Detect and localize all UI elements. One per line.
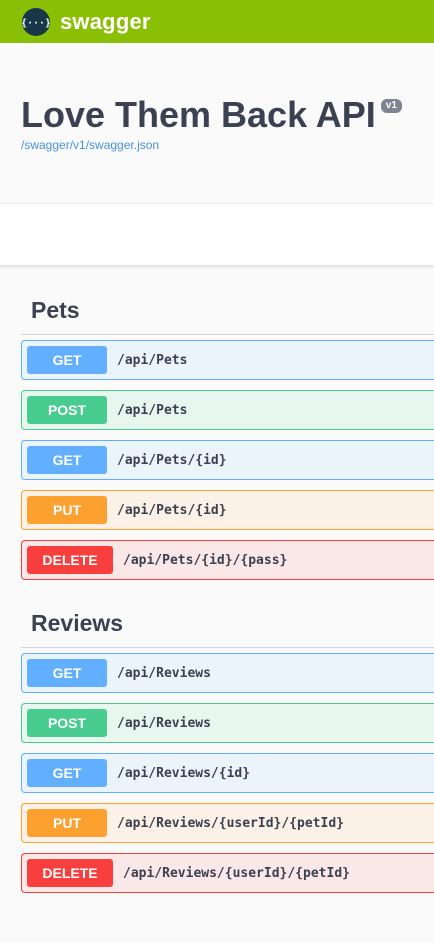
opblock-get-review-by-id[interactable]: GET /api/Reviews/{id}: [21, 753, 434, 793]
version-badge: v1: [380, 99, 402, 113]
api-title: Love Them Back API: [21, 94, 376, 135]
method-badge: GET: [27, 659, 107, 687]
logo-glyph: {···}: [22, 18, 50, 29]
method-badge: PUT: [27, 496, 107, 524]
opblock-get-pet-by-id[interactable]: GET /api/Pets/{id}: [21, 440, 434, 480]
operations-list: Pets GET /api/Pets POST /api/Pets GET /a…: [0, 265, 434, 893]
endpoint-path: /api/Pets: [117, 352, 188, 368]
endpoint-path: /api/Pets/{id}/{pass}: [123, 552, 288, 568]
method-badge: GET: [27, 346, 107, 374]
opblock-delete-review[interactable]: DELETE /api/Reviews/{userId}/{petId}: [21, 853, 434, 893]
swagger-logo-icon[interactable]: {···}: [22, 7, 50, 36]
brand-name[interactable]: swagger: [60, 9, 151, 35]
api-info: Love Them Back API v1 /swagger/v1/swagge…: [0, 43, 434, 203]
method-badge: DELETE: [27, 546, 113, 574]
endpoint-path: /api/Pets/{id}: [117, 502, 227, 518]
spec-url-link[interactable]: /swagger/v1/swagger.json: [21, 138, 434, 152]
endpoint-path: /api/Reviews: [117, 665, 211, 681]
endpoint-path: /api/Pets/{id}: [117, 452, 227, 468]
method-badge: GET: [27, 446, 107, 474]
tag-name: Pets: [31, 297, 80, 323]
endpoint-path: /api/Reviews: [117, 715, 211, 731]
endpoint-path: /api/Reviews/{userId}/{petId}: [117, 815, 344, 831]
topbar: {···} swagger: [0, 0, 434, 43]
method-badge: PUT: [27, 809, 107, 837]
method-badge: POST: [27, 709, 107, 737]
opblock-delete-pet[interactable]: DELETE /api/Pets/{id}/{pass}: [21, 540, 434, 580]
opblock-put-review[interactable]: PUT /api/Reviews/{userId}/{petId}: [21, 803, 434, 843]
tag-header-pets[interactable]: Pets: [21, 265, 434, 335]
method-badge: DELETE: [27, 859, 113, 887]
tag-header-reviews[interactable]: Reviews: [21, 590, 434, 648]
method-badge: POST: [27, 396, 107, 424]
tag-name: Reviews: [31, 610, 124, 636]
opblock-post-pets[interactable]: POST /api/Pets: [21, 390, 434, 430]
opblock-get-reviews[interactable]: GET /api/Reviews: [21, 653, 434, 693]
method-badge: GET: [27, 759, 107, 787]
opblock-post-reviews[interactable]: POST /api/Reviews: [21, 703, 434, 743]
scheme-container: [0, 203, 434, 265]
opblock-get-pets[interactable]: GET /api/Pets: [21, 340, 434, 380]
endpoint-path: /api/Pets: [117, 402, 188, 418]
opblock-put-pet-by-id[interactable]: PUT /api/Pets/{id}: [21, 490, 434, 530]
endpoint-path: /api/Reviews/{id}: [117, 765, 251, 781]
endpoint-path: /api/Reviews/{userId}/{petId}: [123, 865, 350, 881]
